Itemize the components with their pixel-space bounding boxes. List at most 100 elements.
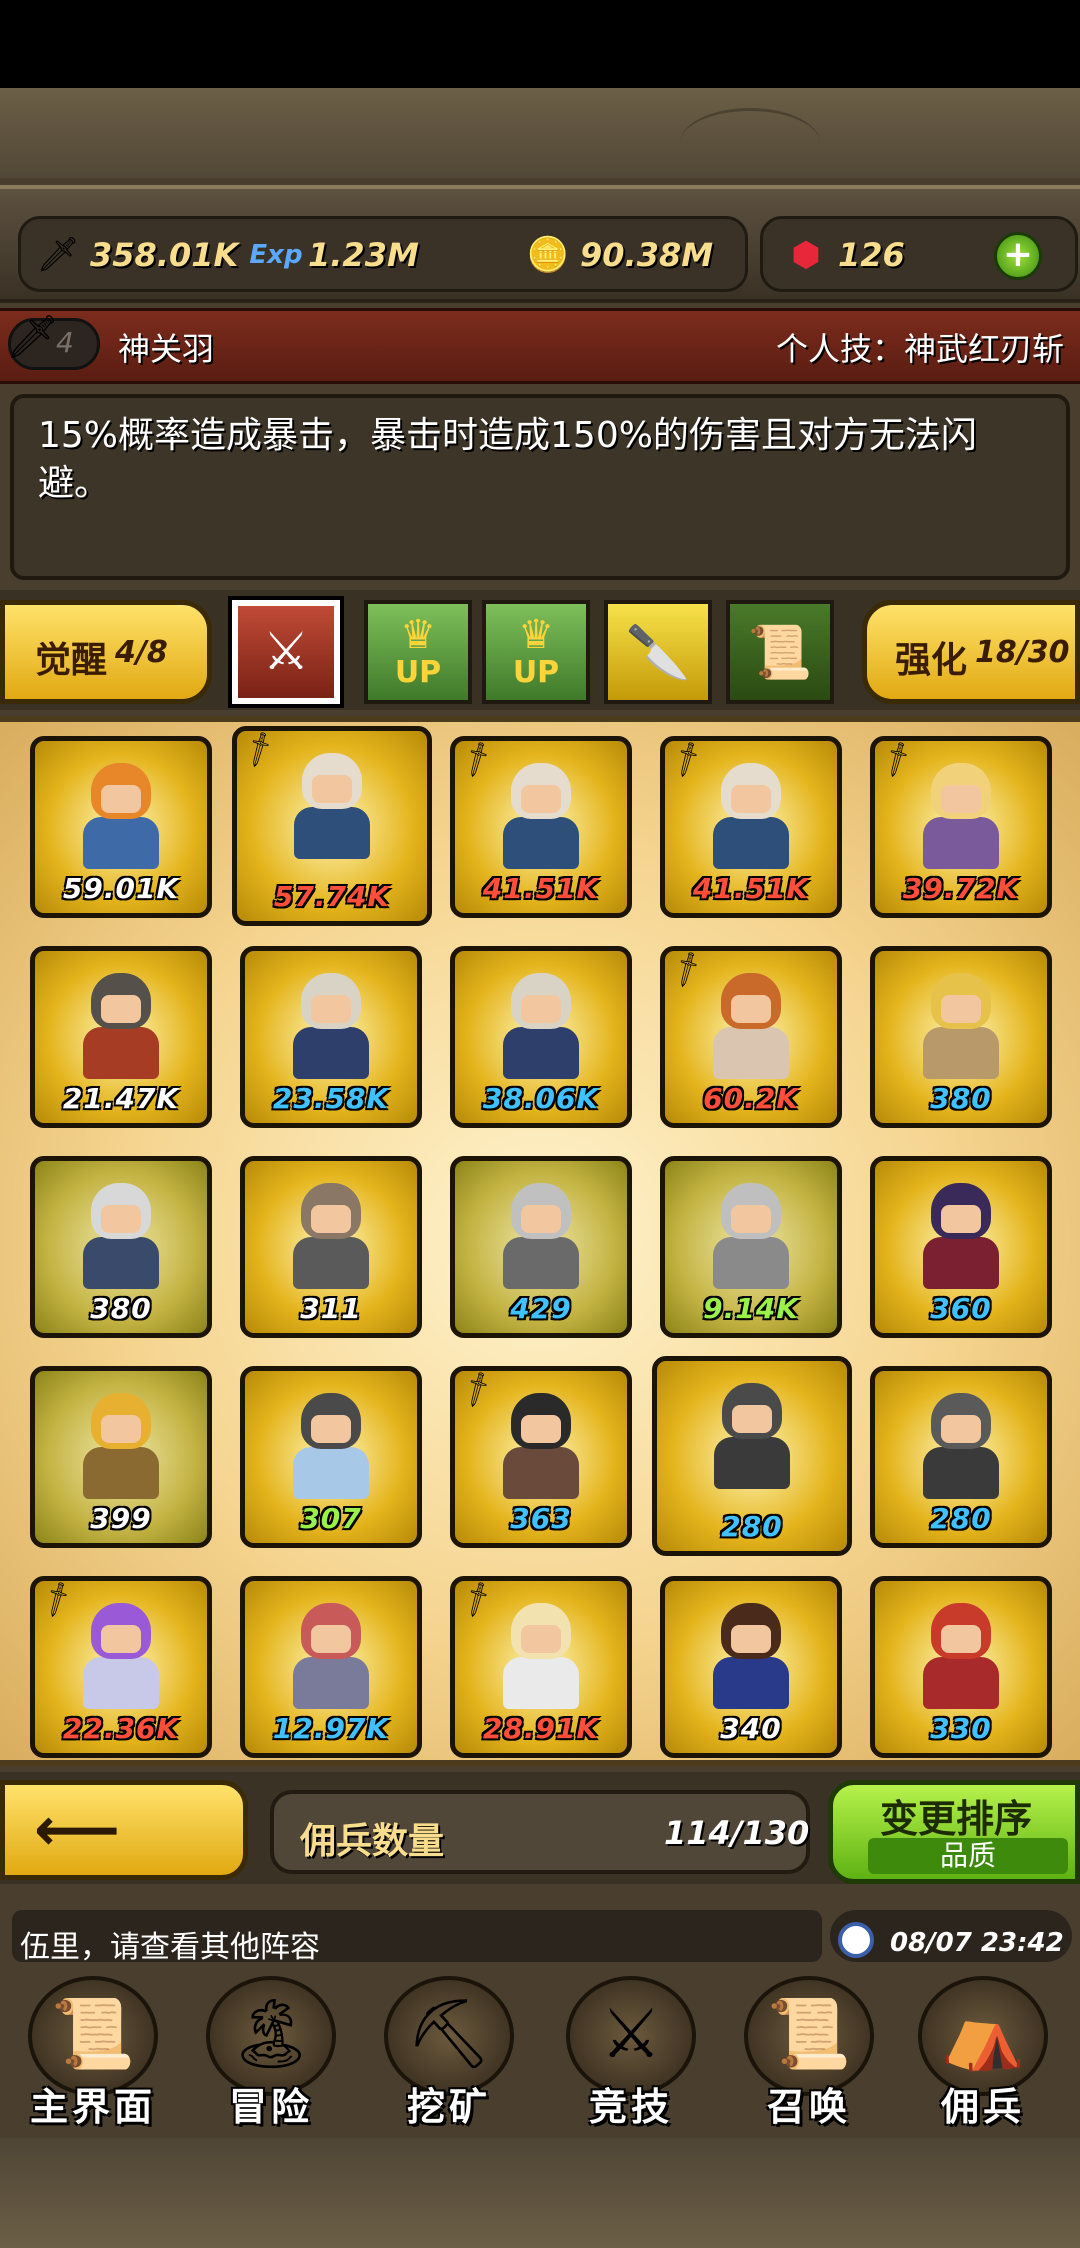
- skill-description: 15%概率造成暴击，暴击时造成150%的伤害且对方无法闪避。: [38, 415, 977, 504]
- mercenary-power: 28.91K: [482, 1712, 600, 1745]
- mercenary-card[interactable]: 🗡 41.51K: [450, 736, 632, 918]
- mercenary-power: 429: [510, 1292, 572, 1325]
- weapon-level: 4: [56, 326, 74, 359]
- nav-mercenary[interactable]: ⛺ 佣兵: [898, 1976, 1068, 2129]
- clock-icon: [838, 1922, 874, 1958]
- mercenary-portrait: [911, 973, 1011, 1083]
- mercenary-card[interactable]: 🗡 28.91K: [450, 1576, 632, 1758]
- mercenary-card[interactable]: 🗡 41.51K: [660, 736, 842, 918]
- nav-mining[interactable]: ⛏ 挖矿: [364, 1976, 534, 2129]
- mercenary-portrait: [701, 1603, 801, 1713]
- mercenary-card[interactable]: 21.47K: [30, 946, 212, 1128]
- strengthen-button[interactable]: 强化 18/30: [862, 600, 1080, 704]
- back-arrow-icon: ⟵: [34, 1795, 121, 1865]
- ruby-icon: ⬢: [791, 235, 821, 275]
- mercenary-card[interactable]: 399: [30, 1366, 212, 1548]
- mercenary-card[interactable]: 🗡 22.36K: [30, 1576, 212, 1758]
- mercenary-card[interactable]: 311: [240, 1156, 422, 1338]
- mercenary-portrait: [911, 1603, 1011, 1713]
- mercenary-card[interactable]: 280: [652, 1356, 852, 1556]
- change-sort-label: 变更排序: [880, 1797, 1033, 1841]
- mercenary-portrait: [491, 1393, 591, 1503]
- mercenary-card[interactable]: 340: [660, 1576, 842, 1758]
- mercenary-card[interactable]: 380: [870, 946, 1052, 1128]
- mercenary-power: 38.06K: [482, 1082, 600, 1115]
- nav-label: 冒险: [228, 2085, 313, 2129]
- gem-value: 126: [838, 236, 905, 274]
- mercenary-power: 39.72K: [902, 872, 1020, 905]
- mercenary-power: 380: [90, 1292, 152, 1325]
- sort-mode-label: 品质: [868, 1838, 1068, 1874]
- mercenary-power: 330: [930, 1712, 992, 1745]
- mercenary-portrait: [282, 753, 382, 863]
- scroll-icon: 📜: [747, 622, 813, 683]
- tab-glaive[interactable]: 🔪: [604, 600, 712, 704]
- mercenary-power: 280: [721, 1510, 783, 1543]
- mercenary-power: 59.01K: [62, 872, 180, 905]
- mercenary-card[interactable]: 38.06K: [450, 946, 632, 1128]
- nav-summon[interactable]: 📜 召唤: [724, 1976, 894, 2129]
- hero-name: 神关羽: [118, 330, 215, 368]
- mercenary-card[interactable]: 🗡 57.74K: [232, 726, 432, 926]
- mercenary-card[interactable]: 380: [30, 1156, 212, 1338]
- crown-up-icon: ♛ UP: [512, 611, 560, 690]
- mercenary-portrait: [71, 1603, 171, 1713]
- nav-adventure[interactable]: 🏝 冒险: [186, 1976, 356, 2129]
- status-bar: [0, 0, 1080, 88]
- mercenary-portrait: [71, 1183, 171, 1293]
- weapon-level-icon: 🗡: [6, 312, 60, 361]
- mercenary-card[interactable]: 9.14K: [660, 1156, 842, 1338]
- tab-scroll[interactable]: 📜: [726, 600, 834, 704]
- mercenary-card[interactable]: 🗡 60.2K: [660, 946, 842, 1128]
- mercenary-power: 340: [720, 1712, 782, 1745]
- crossed-swords-icon: ⚔: [600, 1995, 662, 2074]
- mercenary-portrait: [911, 763, 1011, 873]
- personal-skill-title: 个人技：神武红刃斩: [775, 330, 1064, 368]
- mercenary-portrait: [491, 763, 591, 873]
- add-gems-button[interactable]: +: [994, 232, 1042, 280]
- mercenary-portrait: [701, 973, 801, 1083]
- tab-crown-up-2[interactable]: ♛ UP: [482, 600, 590, 704]
- mercenary-power: 380: [930, 1082, 992, 1115]
- mercenary-power: 23.58K: [272, 1082, 390, 1115]
- gold-value: 90.38M: [580, 236, 714, 274]
- gold-resource: 🪙 90.38M: [524, 230, 713, 280]
- mercenary-card[interactable]: 🗡 363: [450, 1366, 632, 1548]
- tab-crown-up-1[interactable]: ♛ UP: [364, 600, 472, 704]
- mercenary-portrait: [911, 1183, 1011, 1293]
- nav-arena[interactable]: ⚔ 竞技: [546, 1976, 716, 2129]
- map-scroll-icon: 📜: [50, 1995, 136, 2074]
- mercenary-card[interactable]: 429: [450, 1156, 632, 1338]
- clock-time: 08/07 23:42: [890, 1928, 1064, 1958]
- nav-main[interactable]: 📜 主界面: [8, 1976, 178, 2129]
- mercenary-card[interactable]: 59.01K: [30, 736, 212, 918]
- nav-label: 召唤: [766, 2085, 851, 2129]
- mercenary-card[interactable]: 330: [870, 1576, 1052, 1758]
- mercenary-card[interactable]: 12.97K: [240, 1576, 422, 1758]
- mercenary-count-label: 佣兵数量: [300, 1821, 445, 1862]
- mercenary-power: 307: [300, 1502, 362, 1535]
- mercenary-power: 9.14K: [703, 1292, 799, 1325]
- glaive-icon: 🔪: [625, 622, 691, 683]
- tab-crossed-swords[interactable]: ⚔: [228, 596, 344, 708]
- mercenary-card[interactable]: 280: [870, 1366, 1052, 1548]
- sword-badge-icon: 🗡: [237, 728, 282, 772]
- tent-icon: ⛺: [940, 1995, 1026, 2074]
- attack-value: 358.01K: [90, 236, 239, 274]
- mercenary-power: 311: [300, 1292, 362, 1325]
- mercenary-card[interactable]: 🗡 39.72K: [870, 736, 1052, 918]
- gem-resource: ⬢ 126: [782, 230, 905, 280]
- mercenary-power: 41.51K: [692, 872, 810, 905]
- mercenary-portrait: [701, 1183, 801, 1293]
- strengthen-value: 18/30: [975, 635, 1070, 670]
- mercenary-power: 363: [510, 1502, 572, 1535]
- crossed-swords-icon: ⚔: [262, 622, 310, 682]
- mercenary-card[interactable]: 360: [870, 1156, 1052, 1338]
- strengthen-label: 强化: [895, 640, 968, 681]
- awaken-button[interactable]: 觉醒 4/8: [0, 600, 212, 704]
- nav-label: 竞技: [588, 2085, 673, 2129]
- crown-up-icon: ♛ UP: [394, 611, 442, 690]
- mercenary-card[interactable]: 307: [240, 1366, 422, 1548]
- mercenary-card[interactable]: 23.58K: [240, 946, 422, 1128]
- mercenary-portrait: [71, 973, 171, 1083]
